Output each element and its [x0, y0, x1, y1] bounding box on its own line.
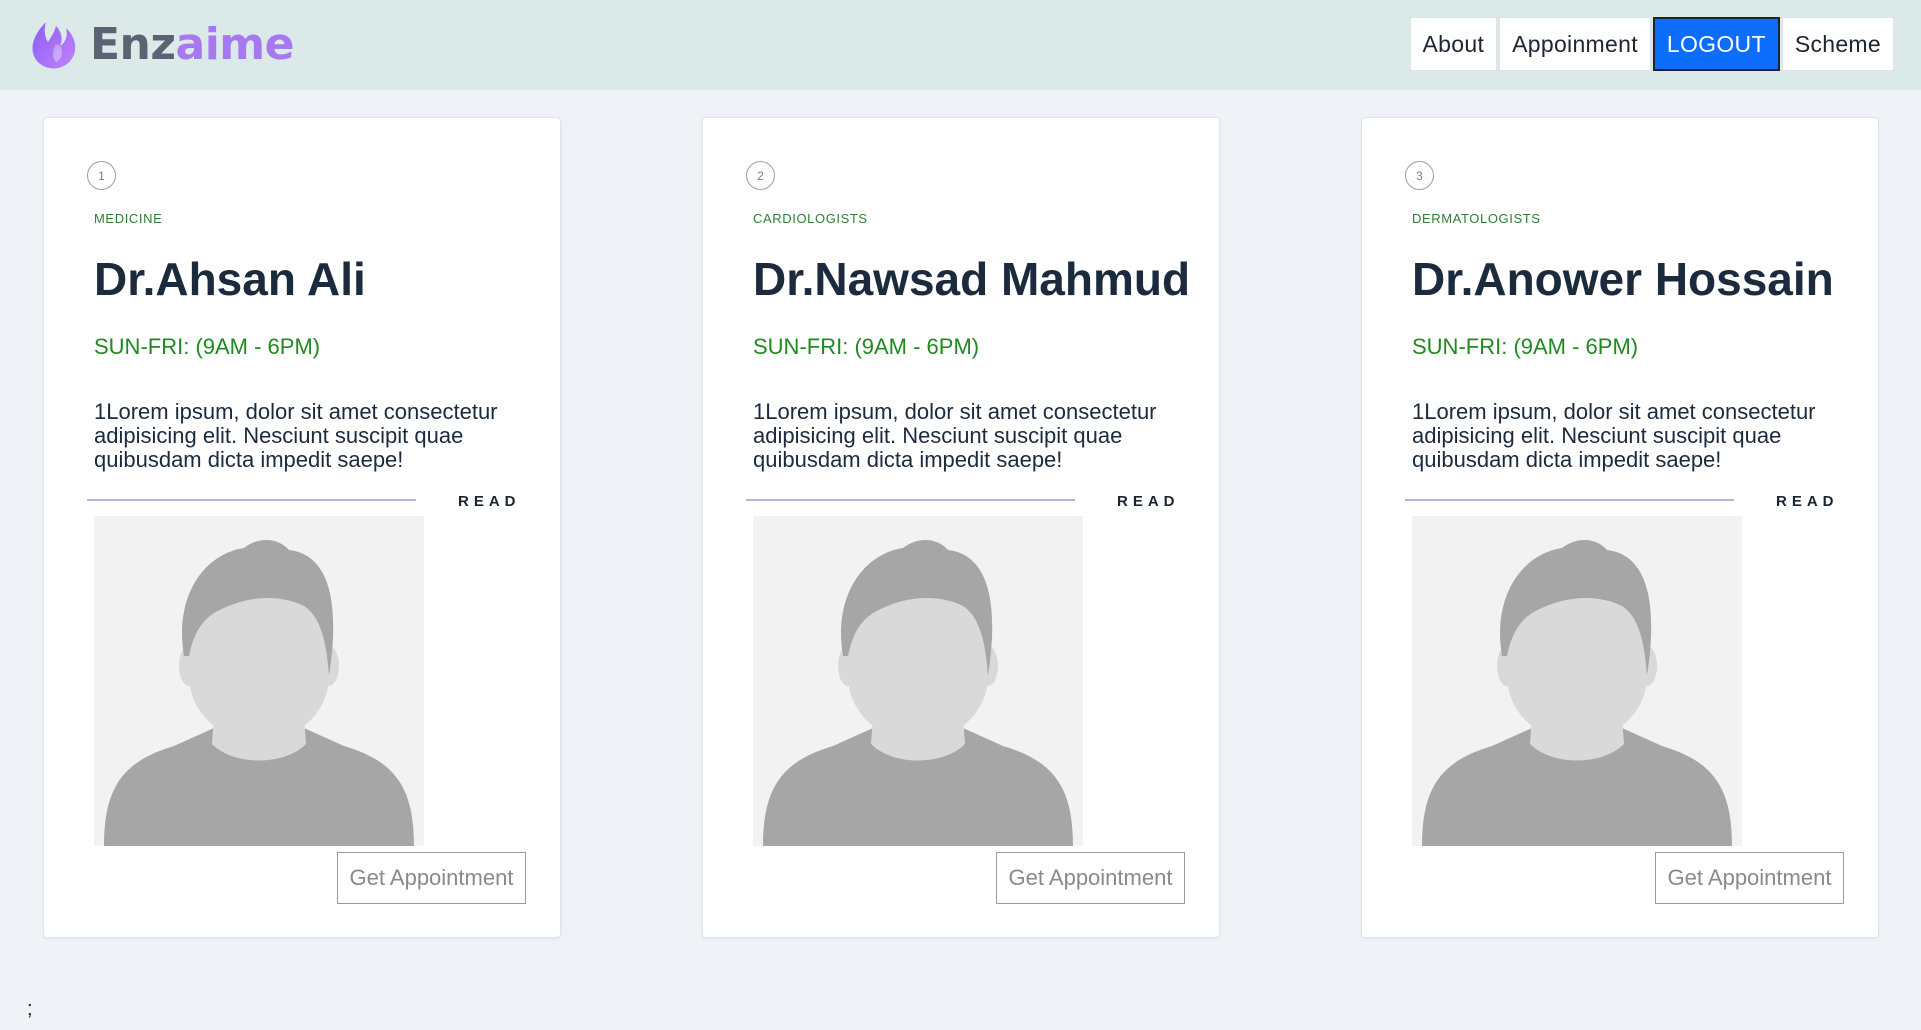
nav-appointment[interactable]: Appoinment [1499, 17, 1651, 71]
brand-name-part2: aime [175, 18, 295, 70]
flame-logo-icon [32, 22, 76, 69]
doctor-name: Dr.Anower Hossain [1412, 253, 1834, 305]
doctor-name: Dr.Nawsad Mahmud [753, 253, 1191, 305]
brand-name-part1: Enz [90, 18, 176, 70]
footer-text: ; [27, 998, 33, 1020]
read-link[interactable]: READ [1776, 493, 1839, 510]
doctor-description: 1Lorem ipsum, dolor sit amet consectetur… [1412, 399, 1816, 472]
doctor-card-2: 2 CARDIOLOGISTS Dr.Nawsad Mahmud SUN-FRI… [702, 117, 1220, 938]
doctor-photo [1412, 516, 1742, 846]
nav-about[interactable]: About [1409, 17, 1498, 71]
card-number-badge: 3 [1405, 161, 1434, 190]
brand-name: Enzaime [90, 19, 294, 70]
card-number-badge: 1 [87, 161, 116, 190]
doctor-card-1: 1 MEDICINE Dr.Ahsan Ali SUN-FRI: (9AM - … [43, 117, 561, 938]
doctor-photo [94, 516, 424, 846]
doctor-category: DERMATOLOGISTS [1412, 211, 1541, 226]
avatar-placeholder-icon [753, 516, 1083, 846]
doctor-hours: SUN-FRI: (9AM - 6PM) [1412, 334, 1639, 359]
divider [1405, 499, 1734, 501]
avatar-placeholder-icon [94, 516, 424, 846]
main-nav: About Appoinment LOGOUT Scheme [1408, 17, 1894, 71]
doctor-category: CARDIOLOGISTS [753, 211, 868, 226]
doctor-photo [753, 516, 1083, 846]
doctor-name: Dr.Ahsan Ali [94, 253, 366, 305]
navbar: Enzaime About Appoinment LOGOUT Scheme [0, 0, 1921, 90]
nav-scheme[interactable]: Scheme [1781, 17, 1894, 71]
get-appointment-button[interactable]: Get Appointment [996, 852, 1185, 904]
doctor-card-3: 3 DERMATOLOGISTS Dr.Anower Hossain SUN-F… [1361, 117, 1879, 938]
brand-logo[interactable]: Enzaime [26, 16, 294, 72]
avatar-placeholder-icon [1412, 516, 1742, 846]
read-link[interactable]: READ [1117, 493, 1180, 510]
get-appointment-button[interactable]: Get Appointment [337, 852, 526, 904]
card-number-badge: 2 [746, 161, 775, 190]
nav-logout-button[interactable]: LOGOUT [1652, 17, 1780, 71]
divider [87, 499, 416, 501]
doctor-hours: SUN-FRI: (9AM - 6PM) [94, 334, 321, 359]
get-appointment-button[interactable]: Get Appointment [1655, 852, 1844, 904]
divider [746, 499, 1075, 501]
doctor-description: 1Lorem ipsum, dolor sit amet consectetur… [753, 399, 1157, 472]
doctor-description: 1Lorem ipsum, dolor sit amet consectetur… [94, 399, 498, 472]
read-link[interactable]: READ [458, 493, 521, 510]
doctor-hours: SUN-FRI: (9AM - 6PM) [753, 334, 980, 359]
doctor-category: MEDICINE [94, 211, 163, 226]
